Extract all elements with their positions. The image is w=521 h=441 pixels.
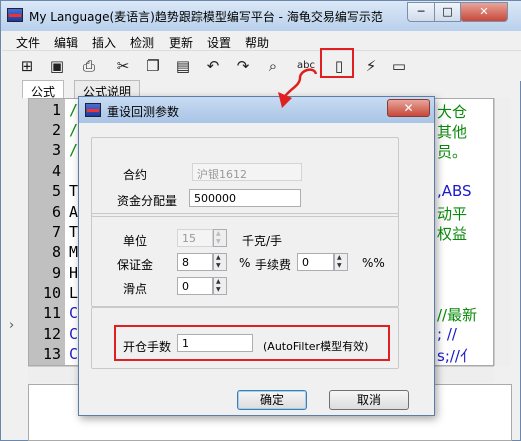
margin-label: 保证金 (117, 258, 154, 272)
slippage-field[interactable]: 0 (177, 277, 213, 295)
line-number: 1 (51, 101, 61, 119)
code-line: L (69, 284, 79, 302)
fee-suffix: %% (362, 256, 385, 270)
code-fragment: 其他 (437, 123, 468, 141)
code-line: A (69, 203, 79, 221)
fee-label: 手续费 (255, 258, 292, 272)
open-lots-highlight-box (114, 325, 390, 361)
line-number: 9 (51, 264, 61, 282)
toolbar: ⊞ ▣ ⎙ ✂ ❐ ▤ ↶ ↷ ⌕ abc ▯ ⚡ ▭ (2, 51, 521, 81)
code-fragment: 员。 (437, 143, 468, 161)
line-number: 11 (42, 304, 61, 322)
menu-update[interactable]: 更新 (169, 34, 193, 51)
line-number: 10 (42, 284, 61, 302)
code-line: M (69, 243, 79, 261)
menu-check[interactable]: 检测 (130, 34, 154, 51)
code-line: C (69, 325, 79, 343)
paste-icon[interactable]: ▤ (172, 55, 194, 77)
annotation-arrow-icon (278, 68, 318, 108)
redo-icon[interactable]: ↷ (232, 55, 254, 77)
menu-edit[interactable]: 编辑 (54, 34, 78, 51)
line-number: 13 (42, 345, 61, 363)
app-logo-icon (7, 8, 23, 22)
menu-insert[interactable]: 插入 (92, 34, 116, 51)
unit-suffix: 千克/手 (242, 234, 283, 248)
line-number: 12 (42, 325, 61, 343)
menu-bar: 文件 编辑 插入 检测 更新 设置 帮助 (2, 31, 521, 51)
code-fragment: ; // (437, 325, 457, 343)
cut-icon[interactable]: ✂ (112, 55, 134, 77)
fee-field[interactable]: 0 (297, 253, 334, 271)
line-number: 2 (51, 121, 61, 139)
code-line: T (69, 223, 79, 241)
line-number: 3 (51, 141, 61, 159)
vertical-scrollbar[interactable] (494, 98, 511, 366)
copy-icon[interactable]: ❐ (142, 55, 164, 77)
code-fragment: 动平 (437, 205, 468, 223)
unit-stepper (213, 229, 227, 247)
minimize-button[interactable]: ─ (407, 2, 435, 22)
print-icon[interactable]: ⎙ (78, 55, 100, 77)
run-icon[interactable]: ⚡ (360, 55, 382, 77)
margin-field[interactable]: 8 (177, 253, 213, 271)
contract-label: 合约 (123, 168, 148, 182)
dialog-title: 重设回测参数 (107, 105, 180, 119)
code-fragment: 大仓 (437, 103, 468, 121)
dialog-logo-icon (85, 103, 101, 117)
line-number: 6 (51, 203, 61, 221)
dialog-title-bar: 重设回测参数 ✕ (79, 97, 434, 123)
maximize-button[interactable]: □ (434, 2, 461, 22)
slippage-label: 滑点 (123, 282, 148, 296)
close-button[interactable]: ✕ (460, 2, 508, 22)
line-number-gutter: 1 2 3 4 5 6 7 8 9 10 11 12 13 (29, 99, 65, 365)
line-number: 7 (51, 223, 61, 241)
code-fragment: 权益 (437, 225, 468, 243)
code-line: C (69, 304, 79, 322)
report-icon[interactable]: ▭ (388, 55, 410, 77)
new-file-icon[interactable]: ⊞ (16, 55, 38, 77)
unit-label: 单位 (123, 234, 148, 248)
margin-suffix: % (239, 256, 251, 270)
margin-stepper[interactable] (213, 253, 227, 271)
menu-settings[interactable]: 设置 (207, 34, 231, 51)
fee-stepper[interactable] (334, 253, 348, 271)
capital-field[interactable]: 500000 (189, 189, 301, 207)
slippage-stepper[interactable] (213, 277, 227, 295)
code-fragment: //最新 (437, 306, 478, 324)
capital-label: 资金分配量 (117, 194, 178, 208)
contract-field: 沪银1612 (192, 163, 302, 181)
line-number: 4 (51, 162, 61, 180)
menu-help[interactable]: 帮助 (245, 34, 269, 51)
code-fragment: ,ABS (437, 182, 472, 200)
unit-field: 15 (177, 229, 213, 247)
code-line: H (69, 264, 79, 282)
title-bar: My Language(麦语言)趋势跟踪模型编写平台 - 海龟交易编写示范 ─ … (1, 1, 521, 31)
tab-formula[interactable]: 公式 (22, 80, 65, 99)
code-fragment: s;//亻 (437, 347, 475, 365)
undo-icon[interactable]: ↶ (202, 55, 224, 77)
line-number: 8 (51, 243, 61, 261)
expand-panel-icon[interactable]: › (9, 318, 14, 333)
window-title: My Language(麦语言)趋势跟踪模型编写平台 - 海龟交易编写示范 (29, 10, 383, 24)
code-line: C (69, 345, 79, 363)
backtest-params-dialog: 重设回测参数 ✕ 合约 沪银1612 资金分配量 500000 单位 15 千克… (78, 96, 435, 416)
save-icon[interactable]: ▣ (46, 55, 68, 77)
line-number: 5 (51, 182, 61, 200)
ok-button[interactable]: 确定 (237, 390, 307, 410)
dialog-close-button[interactable]: ✕ (387, 99, 430, 117)
menu-file[interactable]: 文件 (16, 34, 40, 51)
cancel-button[interactable]: 取消 (329, 390, 409, 410)
